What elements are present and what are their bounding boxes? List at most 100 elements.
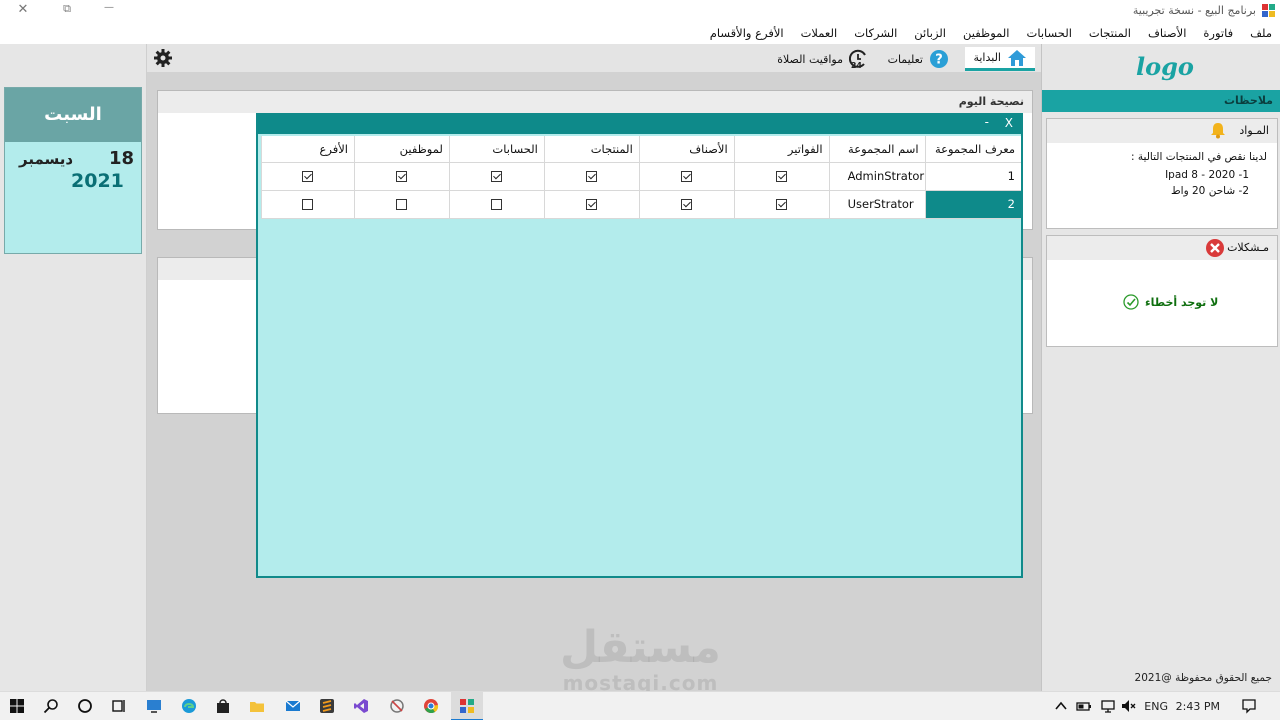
materials-title: المـواد [1239, 124, 1269, 137]
gear-icon[interactable] [153, 48, 173, 68]
menu-products[interactable]: المنتجات [1089, 26, 1131, 40]
materials-header: المـواد [1047, 119, 1277, 143]
search-icon[interactable] [43, 698, 59, 714]
active-app-button[interactable] [451, 692, 483, 720]
clock[interactable]: 2:43 PM [1176, 700, 1220, 713]
day-name: السبت [5, 88, 141, 142]
tab-prayer-times[interactable]: 24 مواقيت الصلاة [777, 47, 871, 71]
language-indicator[interactable]: ENG [1144, 700, 1168, 713]
col-products[interactable]: المنتجات [543, 136, 640, 163]
table-row[interactable]: 2 UserStrator [261, 190, 1021, 219]
menu-currencies[interactable]: العملات [801, 26, 838, 40]
logo: logo [1136, 52, 1194, 81]
checkbox[interactable] [776, 199, 788, 210]
materials-item: 2- شاحن 20 واط [1170, 185, 1249, 197]
cell-employees [353, 190, 450, 219]
cell-branches [261, 162, 355, 191]
cell-group-id[interactable]: 1 [924, 162, 1021, 191]
checkbox[interactable] [776, 171, 788, 182]
left-pane: السبت 18 ديسمبر 2021 [0, 44, 147, 691]
menu-file[interactable]: ملف [1250, 26, 1272, 40]
network-icon[interactable] [1100, 698, 1116, 714]
battery-icon[interactable] [1076, 698, 1092, 714]
svg-text:?: ? [935, 53, 943, 68]
materials-box: المـواد لدينا نقص في المنتجات التالية : … [1046, 118, 1278, 229]
watermark: مستقل mostaqi.com [560, 625, 721, 696]
checkbox[interactable] [681, 199, 693, 210]
app-title: برنامج البيع - نسخة تجريبية [1132, 4, 1256, 17]
cell-accounts [448, 190, 545, 219]
tools-icon[interactable] [389, 698, 405, 714]
grid-header-row: معرف المجموعة اسم المجموعة الفواتير الأص… [261, 136, 1021, 163]
checkbox[interactable] [302, 199, 314, 210]
store-icon[interactable] [215, 698, 231, 714]
close-window-button[interactable]: ✕ [12, 2, 34, 20]
menu-branches[interactable]: الأفرع والأقسام [710, 26, 784, 40]
col-group-name[interactable]: اسم المجموعة [828, 136, 926, 163]
menu-companies[interactable]: الشركات [854, 26, 897, 40]
checkbox[interactable] [396, 199, 408, 210]
menu-invoice[interactable]: فاتورة [1203, 26, 1233, 40]
tab-home-label: البداية [973, 51, 1001, 64]
home-icon [1008, 49, 1026, 66]
app-icon [1262, 4, 1275, 17]
checkbox[interactable] [586, 199, 598, 210]
menu-categories[interactable]: الأصناف [1148, 26, 1186, 40]
dialog-close-button[interactable]: X [1005, 116, 1013, 130]
tab-bar: البداية ? تعليمات 24 مواقيت الصلاة [147, 44, 1041, 72]
notifications-icon[interactable] [1241, 698, 1257, 714]
cortana-icon[interactable] [77, 698, 93, 714]
cell-accounts [448, 162, 545, 191]
checkbox[interactable] [586, 171, 598, 182]
checkbox[interactable] [681, 171, 693, 182]
menu-customers[interactable]: الزبائن [914, 26, 946, 40]
menu-employees[interactable]: الموظفين [963, 26, 1009, 40]
menu-accounts[interactable]: الحسابات [1027, 26, 1072, 40]
cell-group-id[interactable]: 2 [924, 190, 1021, 219]
tab-home[interactable]: البداية [965, 47, 1035, 71]
minimize-window-button[interactable]: — [98, 2, 120, 20]
chrome-icon[interactable] [423, 698, 439, 714]
taskbar: ENG 2:43 PM [0, 691, 1280, 720]
col-employees[interactable]: لموظفين [353, 136, 450, 163]
dialog-minimize-button[interactable]: - [985, 115, 989, 129]
date-card: السبت 18 ديسمبر 2021 [4, 87, 142, 254]
cell-group-name[interactable]: AdminStrator [828, 162, 926, 191]
table-row[interactable]: 1 AdminStrator [261, 162, 1021, 191]
sales-app-icon [460, 699, 474, 713]
col-accounts[interactable]: الحسابات [448, 136, 545, 163]
sublime-icon[interactable] [319, 698, 335, 714]
edge-icon[interactable] [181, 698, 197, 714]
cell-invoices [733, 190, 830, 219]
right-pane: logo ملاحظات المـواد لدينا نقص في المنتج… [1041, 44, 1280, 691]
no-errors-message: لا توجد أخطاء [1123, 294, 1218, 310]
desktop-app-icon[interactable] [146, 698, 162, 714]
windows-start-icon[interactable] [9, 698, 25, 714]
checkbox[interactable] [491, 171, 503, 182]
col-branches[interactable]: الأفرع [261, 136, 355, 163]
cell-group-name[interactable]: UserStrator [828, 190, 926, 219]
restore-window-button[interactable]: ⧉ [56, 2, 78, 20]
problems-box: مـشكلات لا توجد أخطاء [1046, 235, 1278, 347]
checkbox[interactable] [396, 171, 408, 182]
cell-categories [638, 162, 735, 191]
visual-studio-icon[interactable] [353, 698, 369, 714]
tab-help[interactable]: ? تعليمات [888, 47, 949, 71]
col-group-id[interactable]: معرف المجموعة [924, 136, 1021, 163]
volume-muted-icon[interactable] [1120, 698, 1136, 714]
chevron-up-icon[interactable] [1053, 698, 1069, 714]
checkbox[interactable] [491, 199, 503, 210]
col-invoices[interactable]: الفواتير [733, 136, 830, 163]
cell-products [543, 162, 640, 191]
task-view-icon[interactable] [111, 698, 127, 714]
col-categories[interactable]: الأصناف [638, 136, 735, 163]
help-icon: ? [930, 50, 948, 68]
folder-icon[interactable] [249, 698, 265, 714]
notes-header: ملاحظات [1042, 90, 1280, 112]
no-errors-text: لا توجد أخطاء [1145, 295, 1219, 309]
cell-branches [261, 190, 355, 219]
dialog-title-bar[interactable]: - X [258, 115, 1021, 134]
checkbox[interactable] [302, 171, 314, 182]
mail-icon[interactable] [285, 698, 301, 714]
permissions-dialog: - X معرف المجموعة اسم المجموعة الفواتير … [256, 113, 1023, 578]
